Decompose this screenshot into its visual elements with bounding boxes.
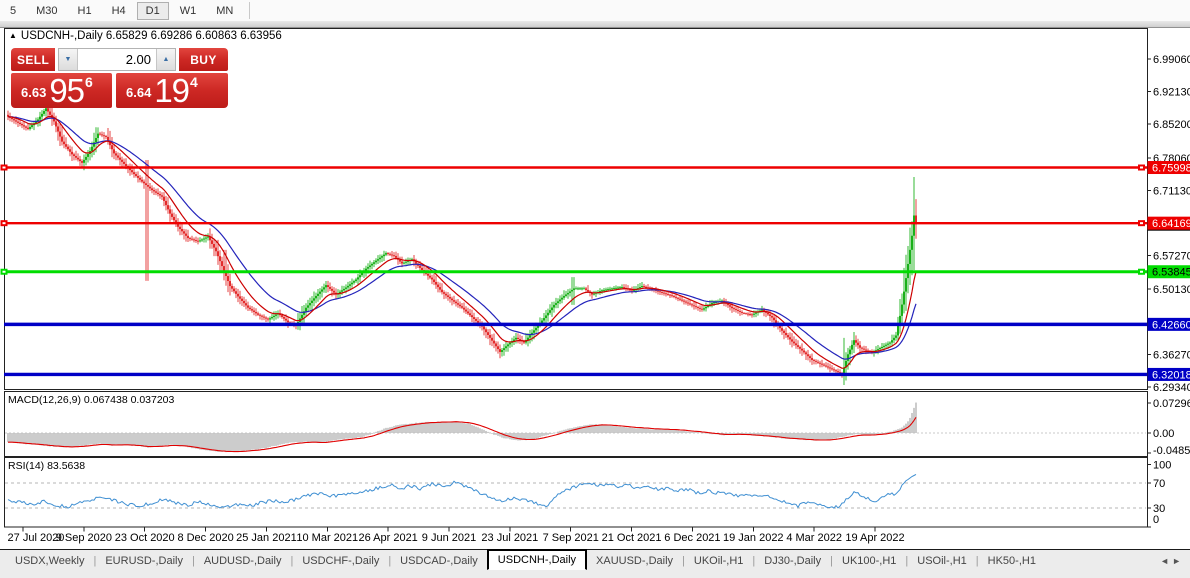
- rsi-axis-label: 100: [1153, 459, 1171, 471]
- sell-price-prefix: 6.63: [21, 85, 46, 100]
- level-line-handle-center: [1140, 222, 1143, 224]
- timeframe-toolbar: 5M30H1H4D1W1MN: [0, 0, 1190, 21]
- buy-price-panel[interactable]: 6.64194: [116, 73, 228, 108]
- toolbar-separator: [249, 2, 250, 19]
- macd-indicator-label: MACD(12,26,9) 0.067438 0.037203: [8, 394, 174, 406]
- chart-tab-eurusd[interactable]: EURUSD-,Daily: [96, 552, 192, 571]
- volume-increase-button[interactable]: ▲: [156, 49, 175, 70]
- date-axis-label: 6 Dec 2021: [664, 532, 720, 544]
- price-axis-label: 6.71130: [1153, 185, 1190, 197]
- price-axis-label: 6.85200: [1153, 119, 1190, 131]
- price-axis-label: 6.99060: [1153, 54, 1190, 66]
- tab-scroll-right-icon[interactable]: ►: [1172, 556, 1184, 566]
- timeframe-button-m30[interactable]: M30: [27, 2, 66, 20]
- timeframe-button-h4[interactable]: H4: [103, 2, 135, 20]
- price-axis-label: 6.92130: [1153, 87, 1190, 99]
- date-axis-label: 10 Mar 2021: [296, 532, 358, 544]
- level-line-handle-center: [1140, 167, 1143, 169]
- chart-symbol: USDCNH-,Daily: [21, 30, 103, 42]
- tab-scroll-arrows: ◄►: [1160, 552, 1190, 571]
- volume-stepper: ▼ ▲: [58, 48, 176, 71]
- date-axis-label: 23 Oct 2020: [115, 532, 175, 544]
- chart-tab-usoil[interactable]: USOil-,H1: [908, 552, 976, 571]
- sell-price-panel[interactable]: 6.63956: [11, 73, 112, 108]
- level-price-badge-label: 6.42660: [1152, 319, 1190, 331]
- timeframe-button-w1[interactable]: W1: [171, 2, 206, 20]
- macd-histogram: [7, 403, 917, 453]
- date-axis-label: 21 Oct 2021: [602, 532, 662, 544]
- date-axis-label: 9 Jun 2021: [422, 532, 476, 544]
- timeframe-button-mn[interactable]: MN: [207, 2, 242, 20]
- sell-price-sup: 6: [85, 74, 93, 90]
- timeframe-button-5[interactable]: 5: [1, 2, 25, 20]
- level-line-handle-center: [1140, 271, 1143, 273]
- level-price-badge-label: 6.64169: [1152, 218, 1190, 230]
- date-axis-label: 7 Sep 2021: [543, 532, 599, 544]
- level-line-handle-center: [3, 271, 6, 273]
- collapse-arrow-icon: ▲: [9, 31, 17, 40]
- date-axis-label: 26 Apr 2021: [358, 532, 417, 544]
- chart-tab-usdcad[interactable]: USDCAD-,Daily: [391, 552, 487, 571]
- price-axis-label: 6.57270: [1153, 251, 1190, 263]
- rsi-indicator-label: RSI(14) 83.5638: [8, 460, 85, 472]
- sell-button[interactable]: SELL: [11, 48, 55, 71]
- chart-tab-dj30[interactable]: DJ30-,Daily: [755, 552, 830, 571]
- volume-input[interactable]: [78, 49, 156, 70]
- rsi-line: [8, 474, 916, 508]
- timeframe-button-h1[interactable]: H1: [69, 2, 101, 20]
- date-axis-label: 23 Jul 2021: [481, 532, 538, 544]
- macd-axis-label: 0.00: [1153, 428, 1174, 440]
- price-axis-label: 6.29340: [1153, 382, 1190, 394]
- chart-tab-uk100[interactable]: UK100-,H1: [833, 552, 905, 571]
- rsi-axis-label: 0: [1153, 514, 1159, 526]
- macd-axis-label: 0.072963: [1153, 398, 1190, 410]
- candles: [7, 103, 917, 385]
- tab-scroll-left-icon[interactable]: ◄: [1160, 556, 1172, 566]
- sell-price-big: 95: [49, 76, 84, 105]
- level-price-badge-label: 6.53845: [1152, 267, 1190, 279]
- macd-axis-label: -0.04857: [1153, 445, 1190, 457]
- chart-tab-usdx[interactable]: USDX,Weekly: [6, 552, 93, 571]
- price-axis-label: 6.50130: [1153, 284, 1190, 296]
- chart-tab-usdcnh[interactable]: USDCNH-,Daily: [487, 549, 587, 570]
- date-axis-label: 19 Apr 2022: [845, 532, 904, 544]
- buy-price-prefix: 6.64: [126, 85, 151, 100]
- date-axis-label: 4 Mar 2022: [786, 532, 842, 544]
- volume-decrease-button[interactable]: ▼: [59, 49, 78, 70]
- chart-tab-bar: USDX,Weekly|EURUSD-,Daily|AUDUSD-,Daily|…: [0, 549, 1190, 578]
- buy-price-big: 19: [154, 76, 189, 105]
- date-axis-label: 8 Dec 2020: [177, 532, 233, 544]
- level-price-badge-label: 6.32018: [1152, 369, 1190, 381]
- chart-tab-audusd[interactable]: AUDUSD-,Daily: [195, 552, 291, 571]
- level-line-handle-center: [3, 167, 6, 169]
- triangle-up-icon: ▲: [163, 56, 170, 63]
- level-price-badge-label: 6.75998: [1152, 163, 1190, 175]
- price-axis-label: 6.36270: [1153, 349, 1190, 361]
- chart-title: ▲ USDCNH-,Daily 6.65829 6.69286 6.60863 6…: [9, 30, 282, 42]
- chart-window: 6.990606.921306.852006.780606.711306.572…: [0, 28, 1190, 549]
- triangle-down-icon: ▼: [65, 56, 72, 63]
- chart-tab-hk50[interactable]: HK50-,H1: [979, 552, 1045, 571]
- level-line-handle-center: [3, 222, 6, 224]
- date-axis: 27 Jul 20209 Sep 202023 Oct 20208 Dec 20…: [8, 528, 905, 545]
- chart-tab-usdchf[interactable]: USDCHF-,Daily: [293, 552, 388, 571]
- date-axis-label: 19 Jan 2022: [723, 532, 784, 544]
- chart-tab-xauusd[interactable]: XAUUSD-,Daily: [587, 552, 682, 571]
- rsi-axis-label: 70: [1153, 478, 1165, 490]
- price-axis: 6.990606.921306.852006.780606.711306.572…: [1147, 54, 1190, 527]
- buy-button[interactable]: BUY: [179, 48, 228, 71]
- date-axis-label: 25 Jan 2021: [236, 532, 297, 544]
- buy-price-sup: 4: [190, 74, 198, 90]
- timeframe-button-d1[interactable]: D1: [137, 2, 169, 20]
- window-divider: [0, 21, 1190, 28]
- date-axis-label: 9 Sep 2020: [56, 532, 112, 544]
- one-click-trading-panel: SELL ▼ ▲ BUY 6.63956 6.64194: [11, 48, 228, 108]
- chart-ohlc-values: 6.65829 6.69286 6.60863 6.63956: [106, 30, 282, 42]
- chart-tab-ukoil[interactable]: UKOil-,H1: [685, 552, 753, 571]
